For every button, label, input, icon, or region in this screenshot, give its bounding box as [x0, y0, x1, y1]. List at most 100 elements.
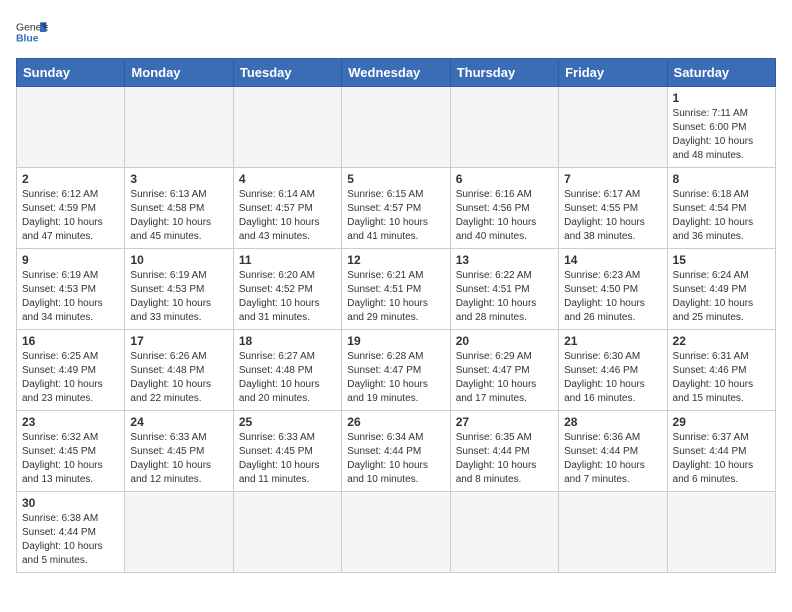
weekday-header-friday: Friday [559, 59, 667, 87]
calendar-cell: 3 Sunrise: 6:13 AM Sunset: 4:58 PM Daylig… [125, 168, 233, 249]
day-number: 30 [22, 496, 119, 510]
calendar-cell: 29 Sunrise: 6:37 AM Sunset: 4:44 PM Dayli… [667, 411, 775, 492]
svg-text:Blue: Blue [16, 34, 39, 45]
calendar-cell [450, 492, 558, 573]
day-info: Sunrise: 7:11 AM Sunset: 6:00 PM Dayligh… [673, 107, 770, 163]
calendar-cell: 10Sunrise: 6:19 AM Sunset: 4:53 PM Dayli… [125, 249, 233, 330]
day-info: Sunrise: 6:20 AM Sunset: 4:52 PM Dayligh… [239, 269, 336, 325]
day-info: Sunrise: 6:32 AM Sunset: 4:45 PM Dayligh… [22, 431, 119, 487]
calendar-cell: 27 Sunrise: 6:35 AM Sunset: 4:44 PM Dayli… [450, 411, 558, 492]
calendar-cell [559, 87, 667, 168]
day-number: 13 [456, 253, 553, 267]
day-number: 9 [22, 253, 119, 267]
day-info: Sunrise: 6:17 AM Sunset: 4:55 PM Dayligh… [564, 188, 661, 244]
calendar-week-row: 9 Sunrise: 6:19 AM Sunset: 4:53 PM Daylig… [17, 249, 776, 330]
day-number: 6 [456, 172, 553, 186]
calendar-week-row: 2Sunrise: 6:12 AM Sunset: 4:59 PM Daylig… [17, 168, 776, 249]
day-info: Sunrise: 6:26 AM Sunset: 4:48 PM Dayligh… [130, 350, 227, 406]
calendar-cell: 19 Sunrise: 6:28 AM Sunset: 4:47 PM Dayli… [342, 330, 450, 411]
day-number: 22 [673, 334, 770, 348]
day-info: Sunrise: 6:16 AM Sunset: 4:56 PM Dayligh… [456, 188, 553, 244]
day-number: 2 [22, 172, 119, 186]
calendar-cell [17, 87, 125, 168]
day-number: 20 [456, 334, 553, 348]
calendar-cell: 23 Sunrise: 6:32 AM Sunset: 4:45 PM Dayli… [17, 411, 125, 492]
weekday-header-row: SundayMondayTuesdayWednesdayThursdayFrid… [17, 59, 776, 87]
day-number: 28 [564, 415, 661, 429]
day-info: Sunrise: 6:14 AM Sunset: 4:57 PM Dayligh… [239, 188, 336, 244]
day-number: 8 [673, 172, 770, 186]
day-info: Sunrise: 6:34 AM Sunset: 4:44 PM Dayligh… [347, 431, 444, 487]
calendar-cell: 15 Sunrise: 6:24 AM Sunset: 4:49 PM Dayli… [667, 249, 775, 330]
calendar-table: SundayMondayTuesdayWednesdayThursdayFrid… [16, 58, 776, 573]
calendar-cell: 20 Sunrise: 6:29 AM Sunset: 4:47 PM Dayli… [450, 330, 558, 411]
day-number: 12 [347, 253, 444, 267]
calendar-cell [342, 87, 450, 168]
day-number: 10 [130, 253, 227, 267]
day-info: Sunrise: 6:24 AM Sunset: 4:49 PM Dayligh… [673, 269, 770, 325]
day-info: Sunrise: 6:21 AM Sunset: 4:51 PM Dayligh… [347, 269, 444, 325]
calendar-cell: 25Sunrise: 6:33 AM Sunset: 4:45 PM Dayli… [233, 411, 341, 492]
day-number: 19 [347, 334, 444, 348]
day-info: Sunrise: 6:23 AM Sunset: 4:50 PM Dayligh… [564, 269, 661, 325]
calendar-cell: 2Sunrise: 6:12 AM Sunset: 4:59 PM Daylig… [17, 168, 125, 249]
calendar-cell [125, 492, 233, 573]
day-number: 29 [673, 415, 770, 429]
calendar-cell: 24Sunrise: 6:33 AM Sunset: 4:45 PM Dayli… [125, 411, 233, 492]
calendar-cell: 26 Sunrise: 6:34 AM Sunset: 4:44 PM Dayli… [342, 411, 450, 492]
day-number: 5 [347, 172, 444, 186]
day-number: 15 [673, 253, 770, 267]
day-info: Sunrise: 6:13 AM Sunset: 4:58 PM Dayligh… [130, 188, 227, 244]
day-number: 25 [239, 415, 336, 429]
weekday-header-tuesday: Tuesday [233, 59, 341, 87]
day-number: 16 [22, 334, 119, 348]
day-info: Sunrise: 6:15 AM Sunset: 4:57 PM Dayligh… [347, 188, 444, 244]
day-number: 1 [673, 91, 770, 105]
day-number: 26 [347, 415, 444, 429]
weekday-header-sunday: Sunday [17, 59, 125, 87]
day-number: 11 [239, 253, 336, 267]
day-number: 23 [22, 415, 119, 429]
calendar-cell: 6 Sunrise: 6:16 AM Sunset: 4:56 PM Daylig… [450, 168, 558, 249]
day-number: 27 [456, 415, 553, 429]
day-info: Sunrise: 6:29 AM Sunset: 4:47 PM Dayligh… [456, 350, 553, 406]
day-info: Sunrise: 6:28 AM Sunset: 4:47 PM Dayligh… [347, 350, 444, 406]
day-info: Sunrise: 6:22 AM Sunset: 4:51 PM Dayligh… [456, 269, 553, 325]
calendar-cell: 28Sunrise: 6:36 AM Sunset: 4:44 PM Dayli… [559, 411, 667, 492]
calendar-cell: 17Sunrise: 6:26 AM Sunset: 4:48 PM Dayli… [125, 330, 233, 411]
calendar-cell: 9 Sunrise: 6:19 AM Sunset: 4:53 PM Daylig… [17, 249, 125, 330]
calendar-week-row: 1 Sunrise: 7:11 AM Sunset: 6:00 PM Daylig… [17, 87, 776, 168]
calendar-cell: 1 Sunrise: 7:11 AM Sunset: 6:00 PM Daylig… [667, 87, 775, 168]
calendar-cell [233, 87, 341, 168]
calendar-cell [450, 87, 558, 168]
day-info: Sunrise: 6:19 AM Sunset: 4:53 PM Dayligh… [22, 269, 119, 325]
calendar-cell [667, 492, 775, 573]
day-number: 7 [564, 172, 661, 186]
calendar-cell: 12 Sunrise: 6:21 AM Sunset: 4:51 PM Dayli… [342, 249, 450, 330]
calendar-cell: 22 Sunrise: 6:31 AM Sunset: 4:46 PM Dayli… [667, 330, 775, 411]
day-info: Sunrise: 6:37 AM Sunset: 4:44 PM Dayligh… [673, 431, 770, 487]
calendar-cell: 14Sunrise: 6:23 AM Sunset: 4:50 PM Dayli… [559, 249, 667, 330]
day-info: Sunrise: 6:27 AM Sunset: 4:48 PM Dayligh… [239, 350, 336, 406]
calendar-cell [125, 87, 233, 168]
calendar-cell: 21Sunrise: 6:30 AM Sunset: 4:46 PM Dayli… [559, 330, 667, 411]
day-info: Sunrise: 6:31 AM Sunset: 4:46 PM Dayligh… [673, 350, 770, 406]
weekday-header-monday: Monday [125, 59, 233, 87]
day-number: 4 [239, 172, 336, 186]
day-info: Sunrise: 6:35 AM Sunset: 4:44 PM Dayligh… [456, 431, 553, 487]
day-number: 3 [130, 172, 227, 186]
calendar-cell: 30 Sunrise: 6:38 AM Sunset: 4:44 PM Dayli… [17, 492, 125, 573]
logo: General Blue [16, 16, 48, 48]
day-info: Sunrise: 6:38 AM Sunset: 4:44 PM Dayligh… [22, 512, 119, 568]
generalblue-logo-icon: General Blue [16, 16, 48, 48]
calendar-cell: 13 Sunrise: 6:22 AM Sunset: 4:51 PM Dayli… [450, 249, 558, 330]
calendar-cell: 4 Sunrise: 6:14 AM Sunset: 4:57 PM Daylig… [233, 168, 341, 249]
day-number: 18 [239, 334, 336, 348]
page-header: General Blue [16, 16, 776, 48]
day-number: 21 [564, 334, 661, 348]
day-info: Sunrise: 6:25 AM Sunset: 4:49 PM Dayligh… [22, 350, 119, 406]
calendar-cell: 11 Sunrise: 6:20 AM Sunset: 4:52 PM Dayli… [233, 249, 341, 330]
calendar-cell: 18 Sunrise: 6:27 AM Sunset: 4:48 PM Dayli… [233, 330, 341, 411]
day-info: Sunrise: 6:18 AM Sunset: 4:54 PM Dayligh… [673, 188, 770, 244]
calendar-cell: 5 Sunrise: 6:15 AM Sunset: 4:57 PM Daylig… [342, 168, 450, 249]
